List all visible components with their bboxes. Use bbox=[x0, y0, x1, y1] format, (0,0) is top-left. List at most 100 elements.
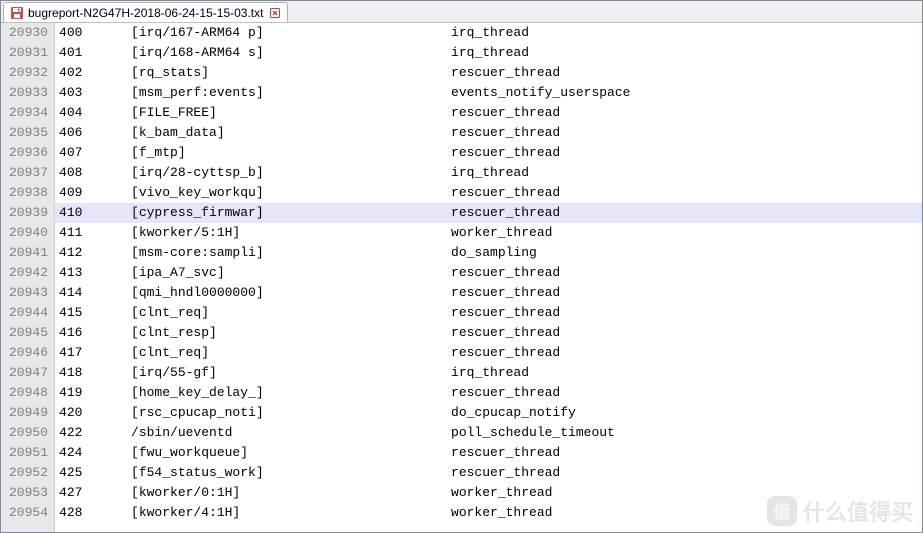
process-name: [vivo_key_workqu] bbox=[131, 183, 451, 203]
pid-value: 411 bbox=[59, 223, 131, 243]
line-number: 20940 bbox=[5, 223, 48, 243]
pid-value: 410 bbox=[59, 203, 131, 223]
line-number: 20934 bbox=[5, 103, 48, 123]
pid-value: 415 bbox=[59, 303, 131, 323]
line-number: 20953 bbox=[5, 483, 48, 503]
process-name: [k_bam_data] bbox=[131, 123, 451, 143]
text-line[interactable]: 402[rq_stats]rescuer_thread bbox=[55, 63, 922, 83]
line-number: 20942 bbox=[5, 263, 48, 283]
text-line[interactable]: 401[irq/168-ARM64 s]irq_thread bbox=[55, 43, 922, 63]
process-name: [clnt_resp] bbox=[131, 323, 451, 343]
process-name: [clnt_req] bbox=[131, 303, 451, 323]
text-line[interactable]: 416[clnt_resp]rescuer_thread bbox=[55, 323, 922, 343]
text-line[interactable]: 400[irq/167-ARM64 p]irq_thread bbox=[55, 23, 922, 43]
text-line[interactable]: 425[f54_status_work]rescuer_thread bbox=[55, 463, 922, 483]
function-name: rescuer_thread bbox=[451, 123, 560, 143]
text-line[interactable]: 407[f_mtp]rescuer_thread bbox=[55, 143, 922, 163]
line-number: 20938 bbox=[5, 183, 48, 203]
function-name: irq_thread bbox=[451, 163, 529, 183]
text-content[interactable]: 400[irq/167-ARM64 p]irq_thread401[irq/16… bbox=[55, 23, 922, 532]
function-name: irq_thread bbox=[451, 43, 529, 63]
function-name: do_cpucap_notify bbox=[451, 403, 576, 423]
process-name: [qmi_hndl0000000] bbox=[131, 283, 451, 303]
line-number: 20936 bbox=[5, 143, 48, 163]
text-line[interactable]: 412[msm-core:sampli]do_sampling bbox=[55, 243, 922, 263]
pid-value: 428 bbox=[59, 503, 131, 523]
function-name: events_notify_userspace bbox=[451, 83, 630, 103]
function-name: rescuer_thread bbox=[451, 443, 560, 463]
function-name: irq_thread bbox=[451, 363, 529, 383]
file-tab[interactable]: bugreport-N2G47H-2018-06-24-15-15-03.txt bbox=[3, 2, 288, 22]
text-line[interactable]: 404[FILE_FREE]rescuer_thread bbox=[55, 103, 922, 123]
line-number: 20931 bbox=[5, 43, 48, 63]
function-name: rescuer_thread bbox=[451, 303, 560, 323]
process-name: [rsc_cpucap_noti] bbox=[131, 403, 451, 423]
pid-value: 403 bbox=[59, 83, 131, 103]
editor-window: bugreport-N2G47H-2018-06-24-15-15-03.txt… bbox=[0, 0, 923, 533]
text-line[interactable]: 417[clnt_req]rescuer_thread bbox=[55, 343, 922, 363]
pid-value: 422 bbox=[59, 423, 131, 443]
file-save-icon bbox=[10, 6, 24, 20]
text-line[interactable]: 420[rsc_cpucap_noti]do_cpucap_notify bbox=[55, 403, 922, 423]
file-tab-label: bugreport-N2G47H-2018-06-24-15-15-03.txt bbox=[28, 6, 263, 20]
process-name: [irq/167-ARM64 p] bbox=[131, 23, 451, 43]
pid-value: 412 bbox=[59, 243, 131, 263]
text-line[interactable]: 403[msm_perf:events]events_notify_usersp… bbox=[55, 83, 922, 103]
pid-value: 400 bbox=[59, 23, 131, 43]
text-line[interactable]: 427[kworker/0:1H]worker_thread bbox=[55, 483, 922, 503]
text-line[interactable]: 424[fwu_workqueue]rescuer_thread bbox=[55, 443, 922, 463]
function-name: rescuer_thread bbox=[451, 463, 560, 483]
process-name: [kworker/0:1H] bbox=[131, 483, 451, 503]
pid-value: 413 bbox=[59, 263, 131, 283]
text-line[interactable]: 422/sbin/ueventdpoll_schedule_timeout bbox=[55, 423, 922, 443]
process-name: /sbin/ueventd bbox=[131, 423, 451, 443]
pid-value: 424 bbox=[59, 443, 131, 463]
function-name: rescuer_thread bbox=[451, 143, 560, 163]
pid-value: 417 bbox=[59, 343, 131, 363]
text-line[interactable]: 413[ipa_A7_svc]rescuer_thread bbox=[55, 263, 922, 283]
pid-value: 402 bbox=[59, 63, 131, 83]
function-name: poll_schedule_timeout bbox=[451, 423, 615, 443]
pid-value: 401 bbox=[59, 43, 131, 63]
function-name: rescuer_thread bbox=[451, 63, 560, 83]
function-name: worker_thread bbox=[451, 483, 552, 503]
line-number: 20951 bbox=[5, 443, 48, 463]
line-number: 20935 bbox=[5, 123, 48, 143]
text-line[interactable]: 415[clnt_req]rescuer_thread bbox=[55, 303, 922, 323]
text-line[interactable]: 406[k_bam_data]rescuer_thread bbox=[55, 123, 922, 143]
function-name: do_sampling bbox=[451, 243, 537, 263]
line-number: 20930 bbox=[5, 23, 48, 43]
line-number: 20948 bbox=[5, 383, 48, 403]
text-editor[interactable]: 2093020931209322093320934209352093620937… bbox=[1, 23, 922, 532]
function-name: rescuer_thread bbox=[451, 263, 560, 283]
text-line[interactable]: 410[cypress_firmwar]rescuer_thread bbox=[55, 203, 922, 223]
function-name: irq_thread bbox=[451, 23, 529, 43]
line-number: 20949 bbox=[5, 403, 48, 423]
process-name: [cypress_firmwar] bbox=[131, 203, 451, 223]
line-number: 20939 bbox=[5, 203, 48, 223]
text-line[interactable]: 408[irq/28-cyttsp_b]irq_thread bbox=[55, 163, 922, 183]
process-name: [kworker/4:1H] bbox=[131, 503, 451, 523]
text-line[interactable]: 414[qmi_hndl0000000]rescuer_thread bbox=[55, 283, 922, 303]
pid-value: 409 bbox=[59, 183, 131, 203]
pid-value: 408 bbox=[59, 163, 131, 183]
line-number: 20952 bbox=[5, 463, 48, 483]
line-number: 20950 bbox=[5, 423, 48, 443]
function-name: rescuer_thread bbox=[451, 383, 560, 403]
pid-value: 418 bbox=[59, 363, 131, 383]
text-line[interactable]: 411[kworker/5:1H]worker_thread bbox=[55, 223, 922, 243]
close-icon[interactable] bbox=[269, 7, 281, 19]
text-line[interactable]: 428[kworker/4:1H]worker_thread bbox=[55, 503, 922, 523]
line-number: 20943 bbox=[5, 283, 48, 303]
text-line[interactable]: 409[vivo_key_workqu]rescuer_thread bbox=[55, 183, 922, 203]
line-number: 20954 bbox=[5, 503, 48, 523]
function-name: rescuer_thread bbox=[451, 183, 560, 203]
line-number: 20941 bbox=[5, 243, 48, 263]
text-line[interactable]: 418[irq/55-gf]irq_thread bbox=[55, 363, 922, 383]
line-number-gutter: 2093020931209322093320934209352093620937… bbox=[1, 23, 55, 532]
text-line[interactable]: 419[home_key_delay_]rescuer_thread bbox=[55, 383, 922, 403]
function-name: worker_thread bbox=[451, 223, 552, 243]
process-name: [f54_status_work] bbox=[131, 463, 451, 483]
line-number: 20932 bbox=[5, 63, 48, 83]
pid-value: 419 bbox=[59, 383, 131, 403]
